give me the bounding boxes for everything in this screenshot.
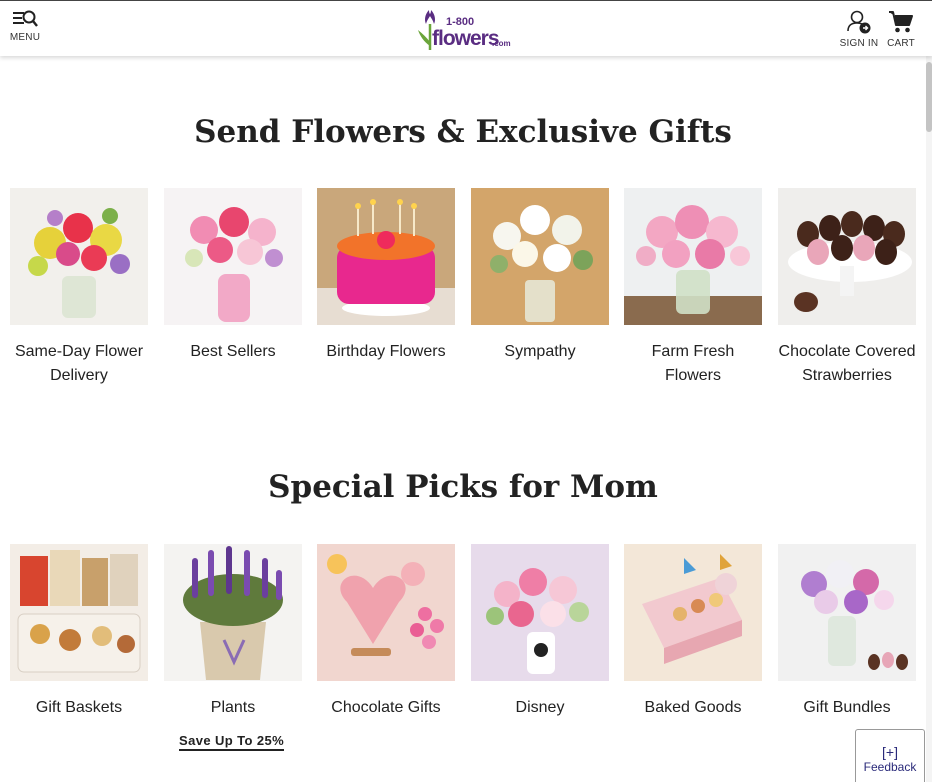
cart-label: CART: [887, 38, 915, 49]
farm-fresh-flowers-image: [624, 188, 762, 325]
category-tile-farm-fresh[interactable]: Farm Fresh Flowers: [624, 188, 762, 388]
category-tile-disney[interactable]: Disney: [471, 544, 609, 720]
birthday-flowers-image: [317, 188, 455, 325]
tile-label: Birthday Flowers: [326, 343, 446, 360]
section-title-special-picks: Special Picks for Mom: [268, 469, 658, 505]
category-tile-gift-bundles[interactable]: Gift Bundles: [778, 544, 916, 720]
top-navigation-bar: MENU 1-800 flowers .com SIGN IN CART: [0, 0, 932, 56]
category-tile-chocolate-strawberries[interactable]: Chocolate Covered Strawberries: [778, 188, 916, 388]
plants-image: [164, 544, 302, 681]
sympathy-image: [471, 188, 609, 325]
baked-goods-image: [624, 544, 762, 681]
logo-suffix: .com: [492, 39, 511, 48]
chocolate-gifts-image: [317, 544, 455, 681]
category-tile-chocolate-gifts[interactable]: Chocolate Gifts: [317, 544, 455, 720]
feedback-plus-icon: [+]: [882, 744, 898, 760]
category-tile-sympathy[interactable]: Sympathy: [471, 188, 609, 364]
category-tile-birthday[interactable]: Birthday Flowers: [317, 188, 455, 364]
gift-baskets-image: [10, 544, 148, 681]
tile-label: Plants: [210, 699, 256, 716]
tile-label: Chocolate Gifts: [331, 699, 441, 716]
chocolate-strawberries-image: [778, 188, 916, 325]
tile-label: Same-Day Flower Delivery: [14, 343, 144, 384]
category-tile-best-sellers[interactable]: Best Sellers: [164, 188, 302, 364]
feedback-label: Feedback: [863, 760, 917, 774]
category-tile-baked-goods[interactable]: Baked Goods: [624, 544, 762, 720]
page-scrollbar[interactable]: [926, 56, 932, 782]
feedback-button[interactable]: [+] Feedback: [855, 729, 925, 782]
same-day-flowers-image: [10, 188, 148, 325]
menu-button[interactable]: MENU: [8, 9, 42, 51]
tile-label: Farm Fresh Flowers: [651, 343, 735, 384]
scrollbar-thumb[interactable]: [926, 62, 932, 132]
user-account-icon: [847, 10, 871, 34]
sign-in-label: SIGN IN: [839, 38, 879, 49]
promo-save-up-to-25[interactable]: Save Up To 25%: [179, 733, 285, 751]
disney-image: [471, 544, 609, 681]
cart-button[interactable]: CART: [884, 9, 918, 51]
tile-label: Sympathy: [504, 343, 576, 360]
tile-label: Gift Baskets: [35, 699, 123, 716]
tile-label: Gift Bundles: [803, 699, 891, 716]
section-title-send-flowers: Send Flowers & Exclusive Gifts: [194, 114, 732, 150]
category-tile-plants[interactable]: Plants Save Up To 25%: [164, 544, 302, 751]
tile-label: Disney: [515, 699, 565, 716]
logo-wordmark: flowers: [432, 27, 500, 50]
tile-label: Baked Goods: [644, 699, 742, 716]
site-logo[interactable]: 1-800 flowers .com: [416, 8, 512, 52]
tile-label: Best Sellers: [190, 343, 276, 360]
menu-label: MENU: [9, 32, 41, 43]
shopping-cart-icon: [889, 11, 913, 33]
category-tile-same-day[interactable]: Same-Day Flower Delivery: [10, 188, 148, 388]
gift-bundles-image: [778, 544, 916, 681]
best-sellers-image: [164, 188, 302, 325]
sign-in-button[interactable]: SIGN IN: [838, 9, 880, 51]
menu-search-icon: [13, 10, 38, 27]
tile-label: Chocolate Covered Strawberries: [778, 343, 916, 384]
category-tile-gift-baskets[interactable]: Gift Baskets: [10, 544, 148, 720]
